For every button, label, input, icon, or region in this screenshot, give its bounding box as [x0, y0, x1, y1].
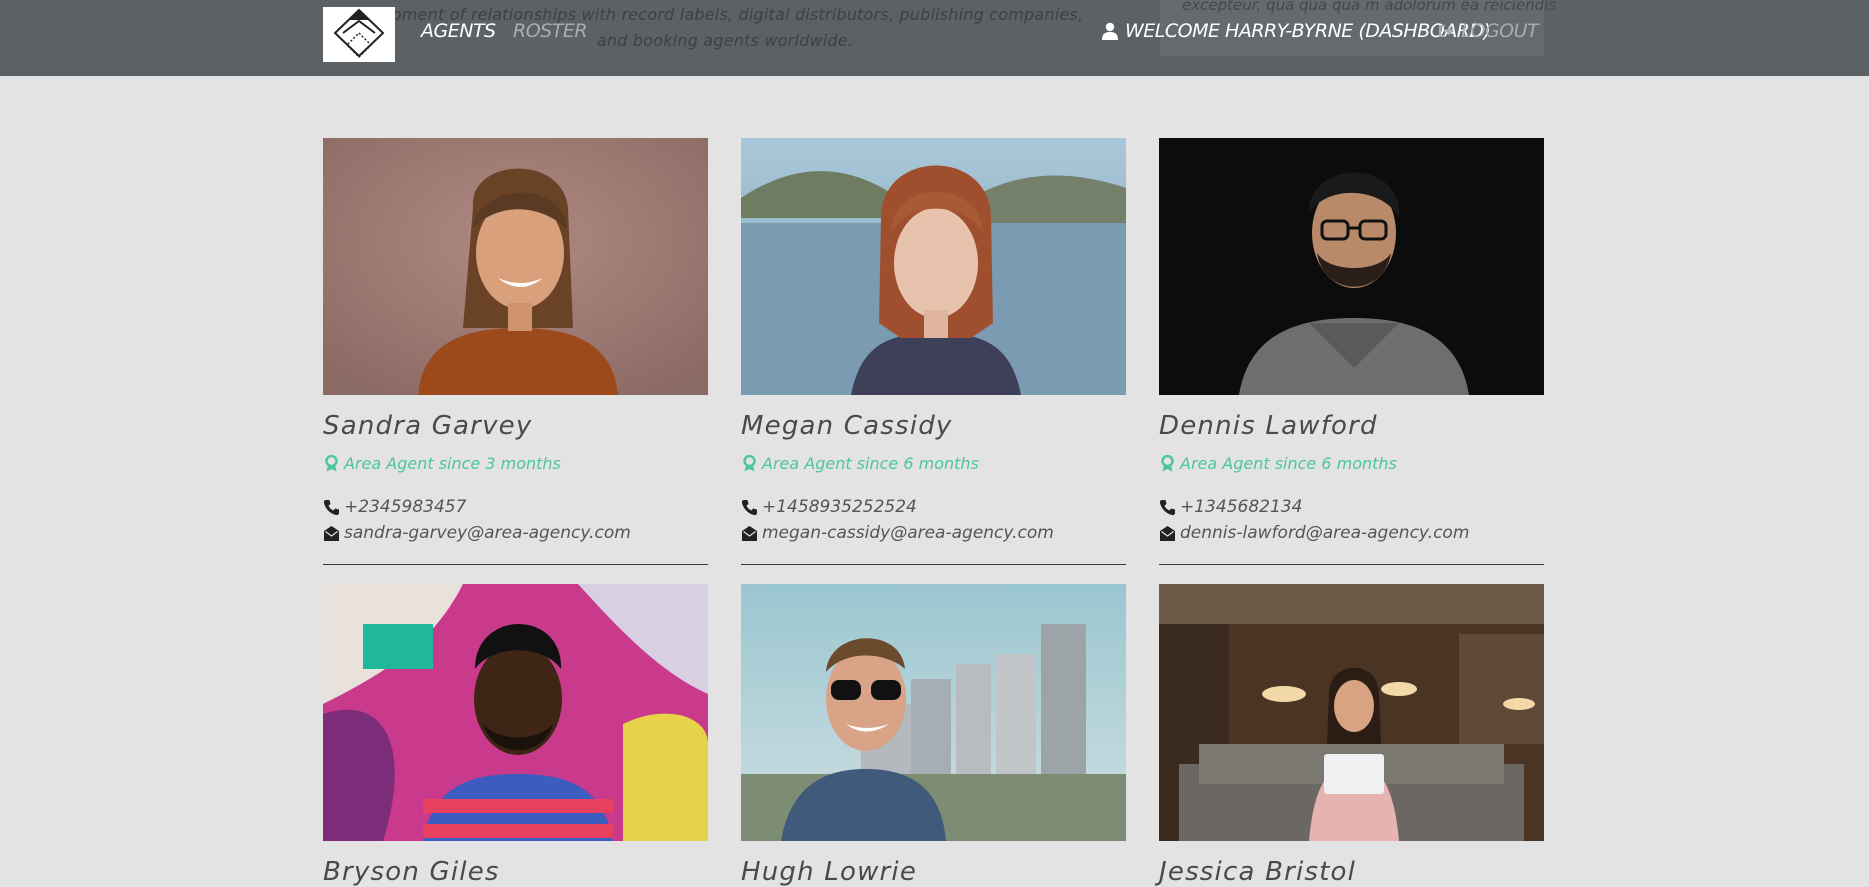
agent-email-text: dennis-lawford@area-agency.com — [1180, 523, 1470, 543]
agent-phone-text: +1458935252524 — [762, 497, 917, 517]
card-divider — [323, 564, 708, 565]
agent-since-text: Area Agent since 6 months — [1180, 454, 1397, 473]
agent-since: Area Agent since 6 months — [1159, 454, 1397, 473]
envelope-icon — [742, 525, 757, 541]
dashboard-link[interactable]: WELCOME HARRY-BYRNE (DASHBOARD) — [1101, 20, 1491, 42]
envelope-icon — [1160, 525, 1175, 541]
phone-icon — [741, 499, 757, 515]
agent-phone[interactable]: +1345682134 — [1159, 497, 1302, 517]
agent-name[interactable]: Bryson Giles — [323, 857, 500, 887]
background-box-text: excepteur, qua qua qua m adolorum ea rei… — [1182, 0, 1557, 14]
sign-out-icon — [1439, 25, 1454, 37]
agent-phone[interactable]: +2345983457 — [323, 497, 466, 517]
agent-since: Area Agent since 6 months — [741, 454, 979, 473]
agency-logo[interactable] — [323, 7, 395, 62]
agent-card[interactable]: Sandra Garvey Area Agent since 3 months … — [323, 138, 708, 565]
award-icon — [743, 455, 756, 472]
agent-card[interactable]: Jessica Bristol — [1159, 584, 1544, 887]
agent-email[interactable]: sandra-garvey@area-agency.com — [323, 523, 631, 543]
agent-photo — [1159, 584, 1544, 841]
award-icon — [1161, 455, 1174, 472]
nav-agents-link[interactable]: AGENTS — [421, 20, 496, 42]
phone-icon — [1159, 499, 1175, 515]
envelope-icon — [324, 525, 339, 541]
agent-photo — [1159, 138, 1544, 395]
logout-link[interactable]: LOGOUT — [1437, 20, 1539, 42]
agent-since-text: Area Agent since 6 months — [762, 454, 979, 473]
agent-name[interactable]: Jessica Bristol — [1159, 857, 1356, 887]
top-navbar: elopment of relationships with record la… — [0, 0, 1869, 76]
card-divider — [741, 564, 1126, 565]
agent-email-text: megan-cassidy@area-agency.com — [762, 523, 1054, 543]
agent-card[interactable]: Dennis Lawford Area Agent since 6 months… — [1159, 138, 1544, 565]
agent-grid: Sandra Garvey Area Agent since 3 months … — [0, 0, 1869, 887]
agent-name[interactable]: Sandra Garvey — [323, 411, 532, 441]
card-divider — [1159, 564, 1544, 565]
agent-email-text: sandra-garvey@area-agency.com — [344, 523, 631, 543]
agent-email[interactable]: megan-cassidy@area-agency.com — [741, 523, 1054, 543]
agent-photo — [323, 584, 708, 841]
nav-roster-link[interactable]: ROSTER — [513, 20, 588, 42]
agent-photo — [741, 584, 1126, 841]
diamond-logo-icon — [333, 8, 385, 59]
agent-email[interactable]: dennis-lawford@area-agency.com — [1159, 523, 1469, 543]
agent-since-text: Area Agent since 3 months — [344, 454, 561, 473]
agent-card[interactable]: Megan Cassidy Area Agent since 6 months … — [741, 138, 1126, 565]
agent-card[interactable]: Hugh Lowrie — [741, 584, 1126, 887]
agent-photo — [323, 138, 708, 395]
award-icon — [325, 455, 338, 472]
welcome-label: WELCOME HARRY-BYRNE (DASHBOARD) — [1125, 20, 1491, 42]
logout-label: LOGOUT — [1461, 20, 1539, 42]
agent-phone-text: +1345682134 — [1180, 497, 1303, 517]
phone-icon — [323, 499, 339, 515]
agent-name[interactable]: Megan Cassidy — [741, 411, 953, 441]
agent-phone-text: +2345983457 — [344, 497, 467, 517]
user-icon — [1102, 22, 1118, 40]
agent-card[interactable]: Bryson Giles — [323, 584, 708, 887]
agent-name[interactable]: Hugh Lowrie — [741, 857, 917, 887]
agent-name[interactable]: Dennis Lawford — [1159, 411, 1378, 441]
agent-phone[interactable]: +1458935252524 — [741, 497, 917, 517]
agent-photo — [741, 138, 1126, 395]
agent-since: Area Agent since 3 months — [323, 454, 561, 473]
